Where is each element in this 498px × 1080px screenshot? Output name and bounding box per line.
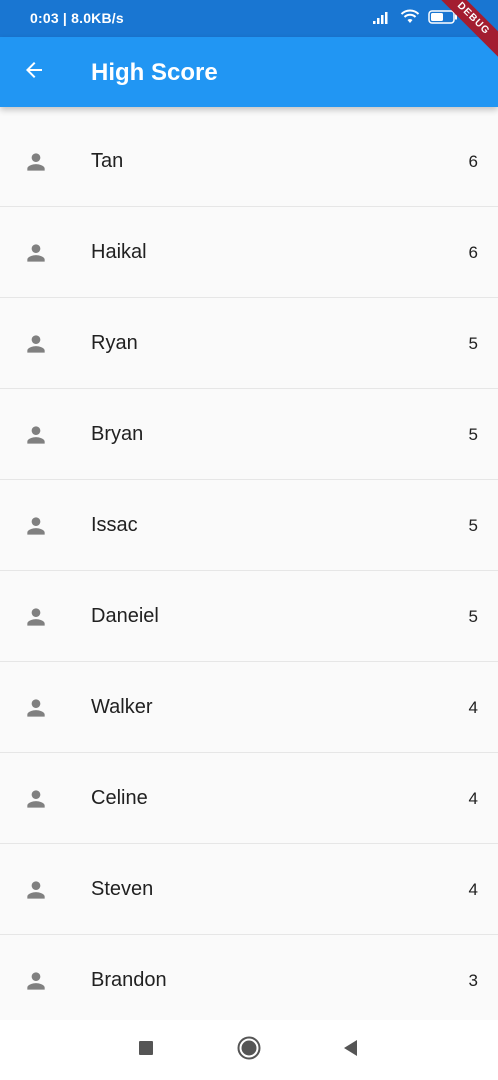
score-list-item[interactable]: Issac 5 [0, 480, 498, 571]
person-icon [23, 968, 49, 994]
player-name: Tan [91, 150, 124, 172]
score-list-item[interactable]: Steven 4 [0, 844, 498, 935]
player-score: 5 [468, 607, 478, 626]
score-list-item[interactable]: Tan 6 [0, 116, 498, 207]
recents-square-icon [138, 1040, 154, 1061]
back-button[interactable] [16, 54, 52, 90]
player-name: Ryan [91, 332, 138, 354]
player-score: 5 [468, 334, 478, 353]
status-bar: 0:03 | 8.0KB/s [0, 0, 498, 37]
player-name: Walker [91, 696, 153, 718]
score-list-item[interactable]: Celine 4 [0, 753, 498, 844]
wifi-icon [400, 9, 420, 30]
recents-button[interactable] [134, 1038, 158, 1062]
person-icon [23, 877, 49, 903]
person-icon [23, 695, 49, 721]
player-name: Brandon [91, 969, 167, 991]
score-list-item[interactable]: Daneiel 5 [0, 571, 498, 662]
high-score-list: Tan 6 Haikal 6 Ryan 5 Bryan 5 Issac 5 Daneiel 5 Walk… [0, 116, 498, 1026]
player-name: Daneiel [91, 605, 159, 627]
signal-icon [372, 9, 392, 30]
player-name: Bryan [91, 423, 144, 445]
arrow-back-icon [22, 58, 46, 87]
player-score: 5 [468, 425, 478, 444]
score-list-item[interactable]: Walker 4 [0, 662, 498, 753]
person-icon [23, 786, 49, 812]
person-icon [23, 240, 49, 266]
player-name: Haikal [91, 241, 147, 263]
score-list-item[interactable]: Bryan 5 [0, 389, 498, 480]
score-list-item[interactable]: Brandon 3 [0, 935, 498, 1026]
player-score: 4 [468, 789, 478, 808]
score-list-item[interactable]: Ryan 5 [0, 298, 498, 389]
player-score: 4 [468, 698, 478, 717]
person-icon [23, 422, 49, 448]
player-name: Celine [91, 787, 148, 809]
home-button[interactable] [237, 1036, 261, 1065]
page-title: High Score [91, 59, 218, 86]
player-score: 5 [468, 516, 478, 535]
home-circle-icon [237, 1036, 261, 1065]
player-name: Issac [91, 514, 138, 536]
person-icon [23, 513, 49, 539]
player-score: 3 [468, 971, 478, 990]
player-name: Steven [91, 878, 154, 900]
status-icons [372, 9, 458, 30]
score-list-item[interactable]: Haikal 6 [0, 207, 498, 298]
player-score: 6 [468, 243, 478, 262]
person-icon [23, 149, 49, 175]
system-nav-bar [0, 1020, 498, 1080]
player-score: 6 [468, 152, 478, 171]
status-time-speed: 0:03 | 8.0KB/s [30, 10, 124, 26]
system-back-button[interactable] [339, 1038, 363, 1062]
player-score: 4 [468, 880, 478, 899]
app-bar: High Score [0, 37, 498, 107]
back-triangle-icon [342, 1039, 360, 1062]
person-icon [23, 604, 49, 630]
person-icon [23, 331, 49, 357]
